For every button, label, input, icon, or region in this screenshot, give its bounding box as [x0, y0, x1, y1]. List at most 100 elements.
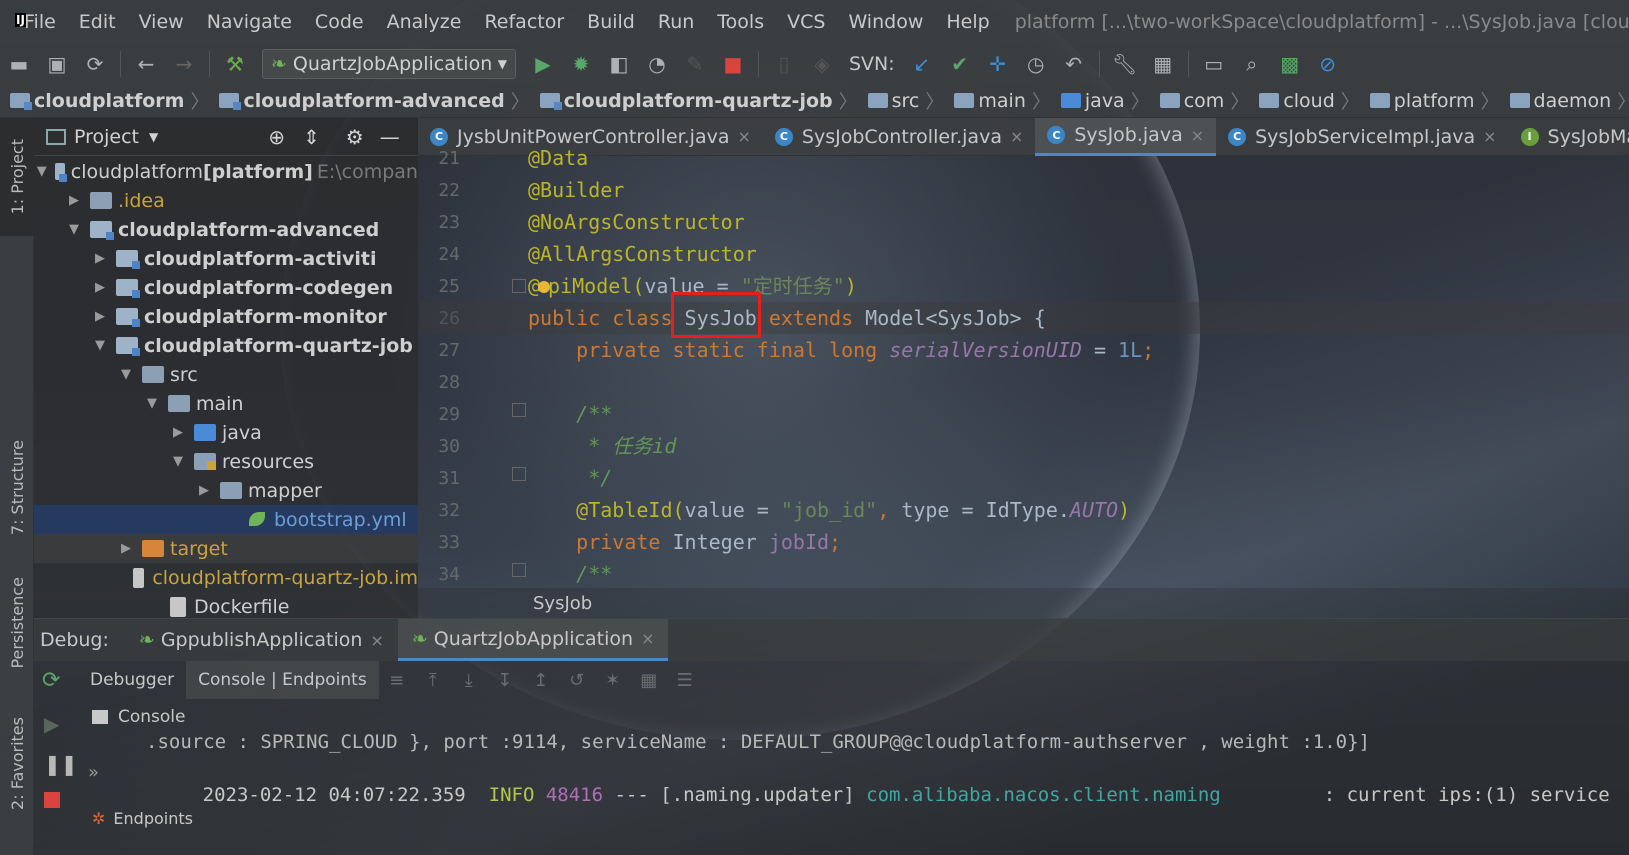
monitor-icon[interactable]: ▩	[1277, 51, 1303, 77]
forward-arrow-icon[interactable]: →	[171, 51, 197, 77]
close-icon[interactable]: ×	[370, 631, 383, 650]
fold-marker-icon[interactable]	[512, 467, 526, 481]
debug-tab-quartzjob[interactable]: ❧ QuartzJobApplication ×	[397, 619, 669, 661]
fold-marker-icon[interactable]	[512, 279, 526, 293]
tab-sysjob[interactable]: C SysJob.java ×	[1035, 117, 1217, 156]
device-icon[interactable]: ▯	[771, 51, 797, 77]
tree-item[interactable]: ▶ mapper	[34, 476, 418, 505]
close-icon[interactable]: ×	[1010, 127, 1023, 146]
package-icon[interactable]: ◈	[809, 51, 835, 77]
run-icon[interactable]: ▶	[530, 51, 556, 77]
tool-tab-structure[interactable]: 7: Structure	[0, 428, 34, 548]
locate-target-icon[interactable]: ⊕	[268, 125, 285, 149]
breadcrumb-item[interactable]: cloudplatform-advanced 〉	[209, 87, 530, 114]
evaluate-icon[interactable]: ✶	[601, 670, 625, 691]
breadcrumb-item[interactable]: cloudplatform-quartz-job 〉	[530, 87, 858, 114]
resume-icon[interactable]: ▶	[44, 712, 59, 736]
tree-item[interactable]: cloudplatform-quartz-job.im	[34, 563, 418, 592]
tab-sysjobcontroller[interactable]: C SysJobController.java ×	[763, 118, 1035, 156]
search-icon[interactable]: ⌕	[1239, 51, 1265, 77]
settings-wrench-icon[interactable]: 🔧︎	[1112, 51, 1138, 77]
console-header[interactable]: Console	[92, 707, 186, 727]
breadcrumb-item[interactable]: java 〉	[1051, 87, 1150, 114]
expanded-arrow-icon[interactable]: ▼	[170, 454, 186, 469]
menu-run[interactable]: Run	[658, 11, 694, 33]
tree-item[interactable]: Dockerfile	[34, 592, 418, 618]
rerun-icon[interactable]: ⟳	[42, 668, 60, 693]
tree-item[interactable]: ▶ cloudplatform-activiti	[34, 244, 418, 273]
tab-jysbunitpowercontroller[interactable]: C JysbUnitPowerController.java ×	[418, 118, 763, 156]
close-icon[interactable]: ×	[1483, 127, 1496, 146]
expand-icon[interactable]: »	[88, 762, 99, 783]
frames-grid-icon[interactable]: ▦	[637, 670, 661, 691]
hide-panel-icon[interactable]: —	[380, 125, 400, 149]
show-execution-point-icon[interactable]: ⤒	[421, 670, 445, 691]
step-into-icon[interactable]: ↧	[493, 670, 517, 691]
menu-edit[interactable]: Edit	[79, 11, 116, 33]
collapsed-arrow-icon[interactable]: ▶	[196, 483, 212, 498]
expanded-arrow-icon[interactable]: ▼	[37, 164, 47, 179]
run-configuration-select[interactable]: ❧ QuartzJobApplication ▼	[262, 49, 516, 79]
tree-item[interactable]: ▶ java	[34, 418, 418, 447]
expanded-arrow-icon[interactable]: ▼	[118, 367, 134, 382]
chevron-down-icon[interactable]: ▼	[149, 130, 158, 144]
breadcrumb-item[interactable]: main 〉	[944, 87, 1051, 114]
menu-build[interactable]: Build	[587, 11, 635, 33]
step-out-icon[interactable]: ↥	[529, 670, 553, 691]
tree-item[interactable]: ▶ cloudplatform-monitor	[34, 302, 418, 331]
menu-tools[interactable]: Tools	[717, 11, 764, 33]
menu-analyze[interactable]: Analyze	[387, 11, 462, 33]
tree-item[interactable]: ▼ cloudplatform-advanced	[34, 215, 418, 244]
menu-refactor[interactable]: Refactor	[484, 11, 564, 33]
fold-marker-icon[interactable]	[512, 563, 526, 577]
project-view-select[interactable]: Project	[74, 126, 139, 148]
tree-item[interactable]: ▼ cloudplatform [platform] E:\compan	[34, 157, 418, 186]
close-icon[interactable]: ×	[1191, 126, 1204, 145]
breadcrumb-item[interactable]: daemon〉	[1500, 87, 1629, 114]
structure-breadcrumb-item[interactable]: SysJob	[533, 593, 592, 614]
menu-vcs[interactable]: VCS	[787, 11, 825, 33]
stop-icon[interactable]	[44, 792, 60, 808]
breadcrumb-item[interactable]: cloudplatform 〉	[0, 87, 209, 114]
sync-icon[interactable]: ⟳	[82, 51, 108, 77]
tree-item[interactable]: ▶ cloudplatform-codegen	[34, 273, 418, 302]
collapsed-arrow-icon[interactable]: ▶	[66, 193, 82, 208]
history-icon[interactable]: ◷	[1023, 51, 1049, 77]
threads-icon[interactable]: ☰	[673, 670, 697, 691]
tool-tab-persistence[interactable]: Persistence	[0, 568, 34, 678]
fold-marker-icon[interactable]	[512, 403, 526, 417]
power-save-icon[interactable]: ⊘	[1315, 51, 1341, 77]
collapsed-arrow-icon[interactable]: ▶	[92, 280, 108, 295]
svn-compare-icon[interactable]: ✛	[985, 51, 1011, 77]
back-arrow-icon[interactable]: ←	[133, 51, 159, 77]
endpoints-header[interactable]: ✲ Endpoints	[92, 809, 193, 828]
run-to-cursor-icon[interactable]: ↺	[565, 670, 589, 691]
collapsed-arrow-icon[interactable]: ▶	[170, 425, 186, 440]
gear-icon[interactable]: ⚙	[346, 125, 364, 149]
tree-item[interactable]: ▶ .idea	[34, 186, 418, 215]
code-editor[interactable]: @Data @Builder @NoArgsConstructor @AllAr…	[420, 146, 1629, 588]
attach-icon[interactable]: ✎	[682, 51, 708, 77]
tab-debugger[interactable]: Debugger	[78, 661, 186, 699]
coverage-icon[interactable]: ◧	[606, 51, 632, 77]
breadcrumb-item[interactable]: platform 〉	[1360, 87, 1500, 114]
save-icon[interactable]: ▣	[44, 51, 70, 77]
menu-navigate[interactable]: Navigate	[207, 11, 292, 33]
tab-console-endpoints[interactable]: Console | Endpoints	[186, 661, 379, 699]
open-folder-icon[interactable]: ▬	[6, 51, 32, 77]
svn-commit-icon[interactable]: ✔	[947, 51, 973, 77]
profile-icon[interactable]: ◔	[644, 51, 670, 77]
expanded-arrow-icon[interactable]: ▼	[66, 222, 82, 237]
menu-view[interactable]: View	[139, 11, 184, 33]
terminal-icon[interactable]: ▭	[1201, 51, 1227, 77]
debug-tab-gppublish[interactable]: ❧ GppublishApplication ×	[125, 619, 398, 661]
tree-item[interactable]: bootstrap.yml	[34, 505, 418, 534]
menu-lines-icon[interactable]: ≡	[385, 670, 409, 691]
breadcrumb-item[interactable]: cloud 〉	[1249, 87, 1360, 114]
expanded-arrow-icon[interactable]: ▼	[92, 338, 108, 353]
tab-sysjobserviceimpl[interactable]: C SysJobServiceImpl.java ×	[1216, 118, 1508, 156]
tree-item[interactable]: ▼ cloudplatform-quartz-job	[34, 331, 418, 360]
build-hammer-icon[interactable]: ⚒	[222, 51, 248, 77]
menu-code[interactable]: Code	[315, 11, 364, 33]
collapse-all-icon[interactable]: ⇕	[303, 125, 320, 149]
